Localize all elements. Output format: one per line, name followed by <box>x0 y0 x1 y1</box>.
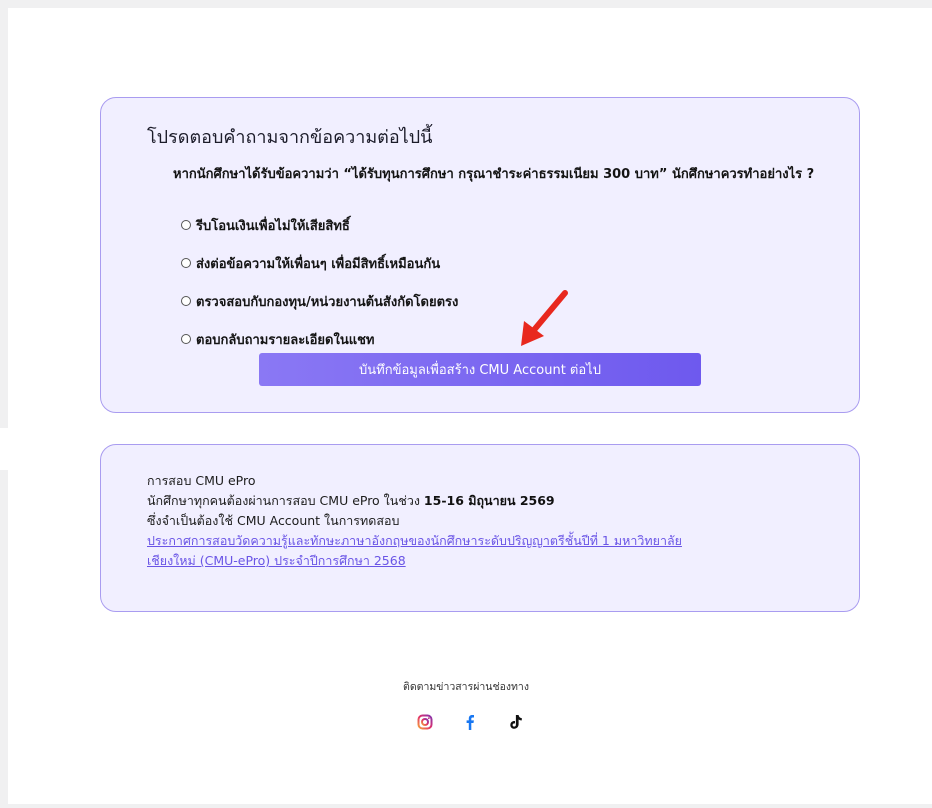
radio-button[interactable] <box>181 220 191 230</box>
epro-announcement-link-line1: ประกาศการสอบวัดความรู้และทักษะภาษาอังกฤษ… <box>147 533 682 548</box>
epro-exam-dates: 15-16 มิถุนายน 2569 <box>423 493 555 508</box>
answer-option-1[interactable]: รีบโอนเงินเพื่อไม่ให้เสียสิทธิ์ <box>181 214 458 236</box>
epro-info-card: การสอบ CMU ePro นักศึกษาทุกคนต้องผ่านการ… <box>100 444 860 612</box>
radio-button[interactable] <box>181 258 191 268</box>
quiz-card: โปรดตอบคำถามจากข้อความต่อไปนี้ หากนักศึก… <box>100 97 860 413</box>
answer-option-4[interactable]: ตอบกลับถามรายละเอียดในแชท <box>181 328 458 350</box>
tiktok-icon[interactable] <box>504 711 526 733</box>
radio-button[interactable] <box>181 296 191 306</box>
facebook-icon[interactable] <box>459 711 481 733</box>
answer-option-2[interactable]: ส่งต่อข้อความให้เพื่อนๆ เพื่อมีสิทธิ์เหม… <box>181 252 458 274</box>
epro-exam-period: นักศึกษาทุกคนต้องผ่านการสอบ CMU ePro ในช… <box>147 491 827 511</box>
answer-option-label: ตอบกลับถามรายละเอียดในแชท <box>196 332 375 348</box>
save-create-account-button[interactable]: บันทึกข้อมูลเพื่อสร้าง CMU Account ต่อไป <box>259 353 701 386</box>
answer-option-3[interactable]: ตรวจสอบกับกองทุน/หน่วยงานต้นสังกัดโดยตรง <box>181 290 458 312</box>
instagram-icon[interactable] <box>414 711 436 733</box>
answer-option-label: ส่งต่อข้อความให้เพื่อนๆ เพื่อมีสิทธิ์เหม… <box>196 256 441 272</box>
follow-us-text: ติดตามข่าวสารผ่านช่องทาง <box>403 681 529 693</box>
answer-option-label: ตรวจสอบกับกองทุน/หน่วยงานต้นสังกัดโดยตรง <box>196 294 459 310</box>
answer-option-label: รีบโอนเงินเพื่อไม่ให้เสียสิทธิ์ <box>196 218 350 234</box>
epro-announcement-link-line2: เชียงใหม่ (CMU-ePro) ประจำปีการศึกษา 256… <box>147 553 406 568</box>
social-links <box>414 711 526 733</box>
quiz-heading: โปรดตอบคำถามจากข้อความต่อไปนี้ <box>147 127 433 148</box>
epro-info-title: การสอบ CMU ePro <box>147 473 256 488</box>
epro-requirement: ซึ่งจำเป็นต้องใช้ CMU Account ในการทดสอบ <box>147 513 400 528</box>
answer-options: รีบโอนเงินเพื่อไม่ให้เสียสิทธิ์ ส่งต่อข้… <box>181 214 458 366</box>
epro-info-body: การสอบ CMU ePro นักศึกษาทุกคนต้องผ่านการ… <box>147 471 827 571</box>
radio-button[interactable] <box>181 334 191 344</box>
annotation-arrow-icon <box>521 290 568 346</box>
quiz-question: หากนักศึกษาได้รับข้อความว่า “ได้รับทุนกา… <box>173 167 815 182</box>
epro-exam-period-text: นักศึกษาทุกคนต้องผ่านการสอบ CMU ePro ในช… <box>147 493 424 508</box>
edge-band <box>0 428 8 470</box>
epro-announcement-link[interactable]: ประกาศการสอบวัดความรู้และทักษะภาษาอังกฤษ… <box>147 531 827 571</box>
